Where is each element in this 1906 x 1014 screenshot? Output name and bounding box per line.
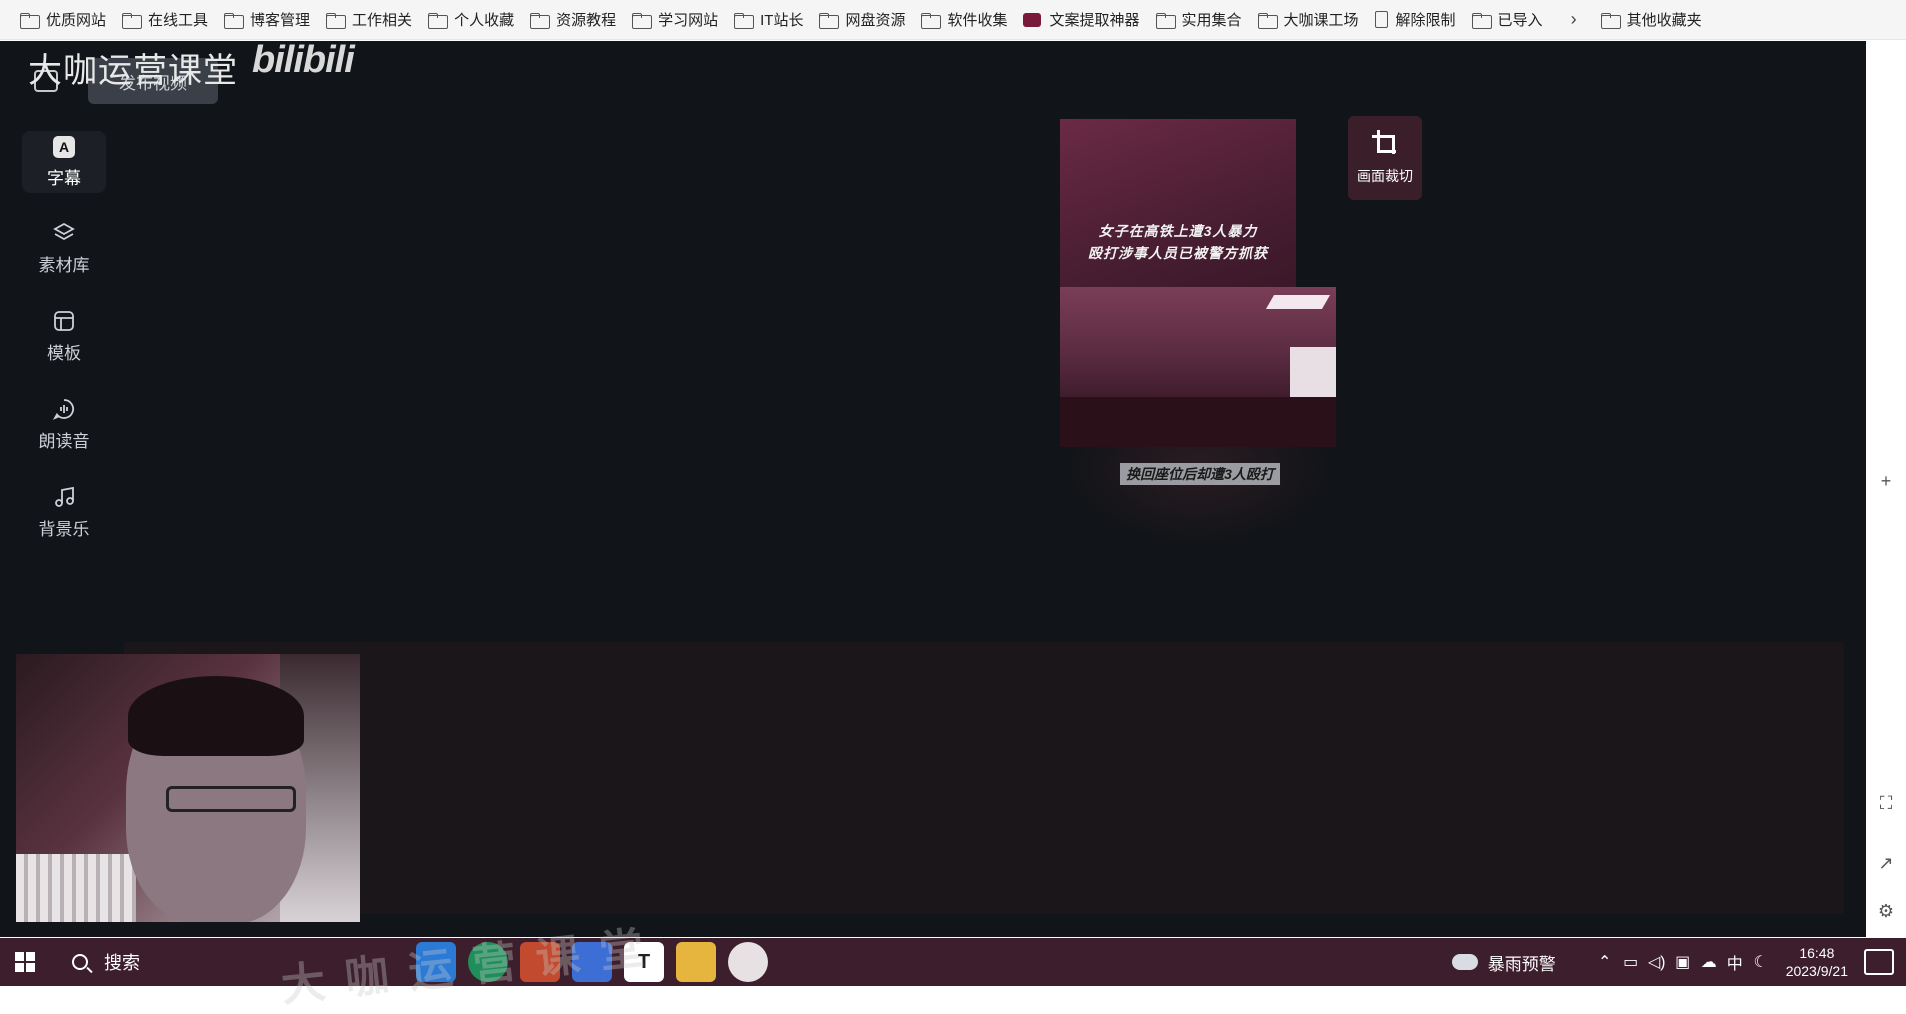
- layers-icon: [52, 221, 76, 245]
- folder-icon: [819, 12, 840, 29]
- bookmark-folder[interactable]: IT站长: [728, 6, 813, 34]
- browser-side-rail: + ⛶ ↗ ⚙: [1866, 41, 1906, 937]
- taskbar-app-icon[interactable]: [520, 942, 560, 982]
- gear-icon[interactable]: ⚙: [1876, 901, 1896, 921]
- sidebar-item-subtitle[interactable]: A 字幕: [22, 131, 106, 193]
- volume-icon[interactable]: ◁): [1644, 952, 1670, 972]
- open-external-icon[interactable]: ↗: [1876, 853, 1896, 873]
- folder-icon: [1257, 12, 1278, 29]
- cloud-tray-icon[interactable]: ☁: [1696, 952, 1722, 972]
- add-icon[interactable]: +: [1876, 471, 1896, 491]
- bookmarks-overflow-chevron-icon[interactable]: ›: [1553, 9, 1595, 30]
- bookmark-folder[interactable]: 实用集合: [1150, 6, 1252, 34]
- sidebar-item-template[interactable]: 模板: [22, 305, 106, 367]
- preview-video-frame: [1060, 287, 1336, 447]
- weather-widget[interactable]: 暴雨预警: [1451, 950, 1556, 975]
- text-app-icon[interactable]: T: [624, 942, 664, 982]
- app-tray-icon[interactable]: ▣: [1670, 952, 1696, 972]
- folder-icon: [530, 12, 551, 29]
- rain-cloud-icon: [1451, 954, 1478, 970]
- bookmark-folder[interactable]: 软件收集: [915, 6, 1017, 34]
- system-tray: 暴雨预警 ⌃ ▭ ◁) ▣ ☁ 中 ☾ 16:48 2023/9/21: [1451, 938, 1906, 986]
- folder-icon: [326, 12, 347, 29]
- document-icon: [1374, 11, 1388, 28]
- browser-icon[interactable]: [468, 942, 508, 982]
- bookmark-folder[interactable]: 已导入: [1466, 6, 1553, 34]
- folder-icon: [1600, 12, 1621, 29]
- webcam-overlay: [16, 654, 360, 922]
- clock[interactable]: 16:48 2023/9/21: [1786, 944, 1848, 980]
- windows-icon: [15, 952, 35, 972]
- preview-headline-line1: 女子在高铁上遭3人暴力: [1098, 223, 1258, 239]
- taskbar-app-icon[interactable]: [728, 942, 768, 982]
- bookmark-folder[interactable]: 资源教程: [524, 6, 626, 34]
- search-icon: [72, 954, 88, 970]
- clock-time: 16:48: [1799, 945, 1835, 961]
- preview-caption: 换回座位后却遭3人殴打: [1120, 463, 1280, 485]
- app-icon: [1023, 12, 1042, 27]
- notification-icon[interactable]: [1864, 949, 1894, 975]
- template-icon: [52, 309, 76, 333]
- timeline-panel[interactable]: [124, 642, 1844, 914]
- clock-date: 2023/9/21: [1785, 963, 1848, 979]
- bookmark-link[interactable]: 解除限制: [1369, 6, 1466, 34]
- network-icon[interactable]: ▭: [1618, 952, 1644, 972]
- bookmark-folder[interactable]: 工作相关: [320, 6, 422, 34]
- taskbar: 搜索 T 暴雨预警 ⌃ ▭ ◁) ▣ ☁ 中 ☾ 16:48 2023/9/21: [0, 938, 1906, 986]
- folder-icon: [224, 12, 245, 29]
- bookmark-folder[interactable]: 优质网站: [14, 6, 116, 34]
- sidebar-item-music[interactable]: 背景乐: [22, 481, 106, 543]
- bilibili-logo: bilibili: [252, 39, 355, 81]
- bookmarks-bar: 优质网站 在线工具 博客管理 工作相关 个人收藏 资源教程 学习网站 IT站长 …: [0, 0, 1906, 40]
- crop-button[interactable]: 画面裁切: [1348, 116, 1422, 200]
- music-icon: [52, 485, 76, 509]
- preview-headline-line2: 殴打涉事人员已被警方抓获: [1088, 245, 1268, 261]
- bookmark-app[interactable]: 文案提取神器: [1017, 6, 1149, 34]
- brand-title: 大咖运营课堂: [28, 52, 238, 90]
- folder-icon: [921, 12, 942, 29]
- taskbar-app-icon[interactable]: [572, 942, 612, 982]
- editor-app: 发布视频 大咖运营课堂 bilibili A 字幕 素材库 模板 朗读音 背景乐…: [0, 39, 1866, 937]
- subtitle-icon: A: [53, 135, 75, 158]
- bookmark-folder[interactable]: 个人收藏: [422, 6, 524, 34]
- bookmark-folder[interactable]: 大咖课工场: [1252, 6, 1369, 34]
- ime-mode-icon[interactable]: ☾: [1748, 952, 1774, 972]
- sidebar-item-materials[interactable]: 素材库: [22, 217, 106, 279]
- start-button[interactable]: [0, 938, 50, 986]
- sidebar-item-voice[interactable]: 朗读音: [22, 393, 106, 455]
- folder-icon: [632, 12, 653, 29]
- preview-shadow: [1060, 447, 1336, 547]
- taskbar-app-icon[interactable]: [416, 942, 456, 982]
- bookmark-folder[interactable]: 在线工具: [116, 6, 218, 34]
- bookmark-folder[interactable]: 学习网站: [626, 6, 728, 34]
- screenshot-icon[interactable]: ⛶: [1876, 793, 1896, 813]
- folder-icon: [428, 12, 449, 29]
- taskbar-search[interactable]: 搜索: [50, 938, 410, 986]
- folder-icon: [122, 12, 143, 29]
- video-preview[interactable]: 女子在高铁上遭3人暴力 殴打涉事人员已被警方抓获 换回座位后却遭3人殴打: [1060, 119, 1336, 549]
- bookmark-other-folders[interactable]: 其他收藏夹: [1595, 6, 1712, 34]
- bookmark-folder[interactable]: 网盘资源: [813, 6, 915, 34]
- input-method-indicator[interactable]: 中: [1722, 950, 1748, 974]
- chevron-up-icon[interactable]: ⌃: [1592, 952, 1618, 972]
- file-explorer-icon[interactable]: [676, 942, 716, 982]
- bookmark-folder[interactable]: 博客管理: [218, 6, 320, 34]
- folder-icon: [734, 12, 755, 29]
- folder-icon: [1155, 12, 1176, 29]
- crop-icon: [1372, 130, 1398, 156]
- folder-icon: [1471, 12, 1492, 29]
- folder-icon: [20, 12, 40, 29]
- voice-icon: [52, 397, 76, 421]
